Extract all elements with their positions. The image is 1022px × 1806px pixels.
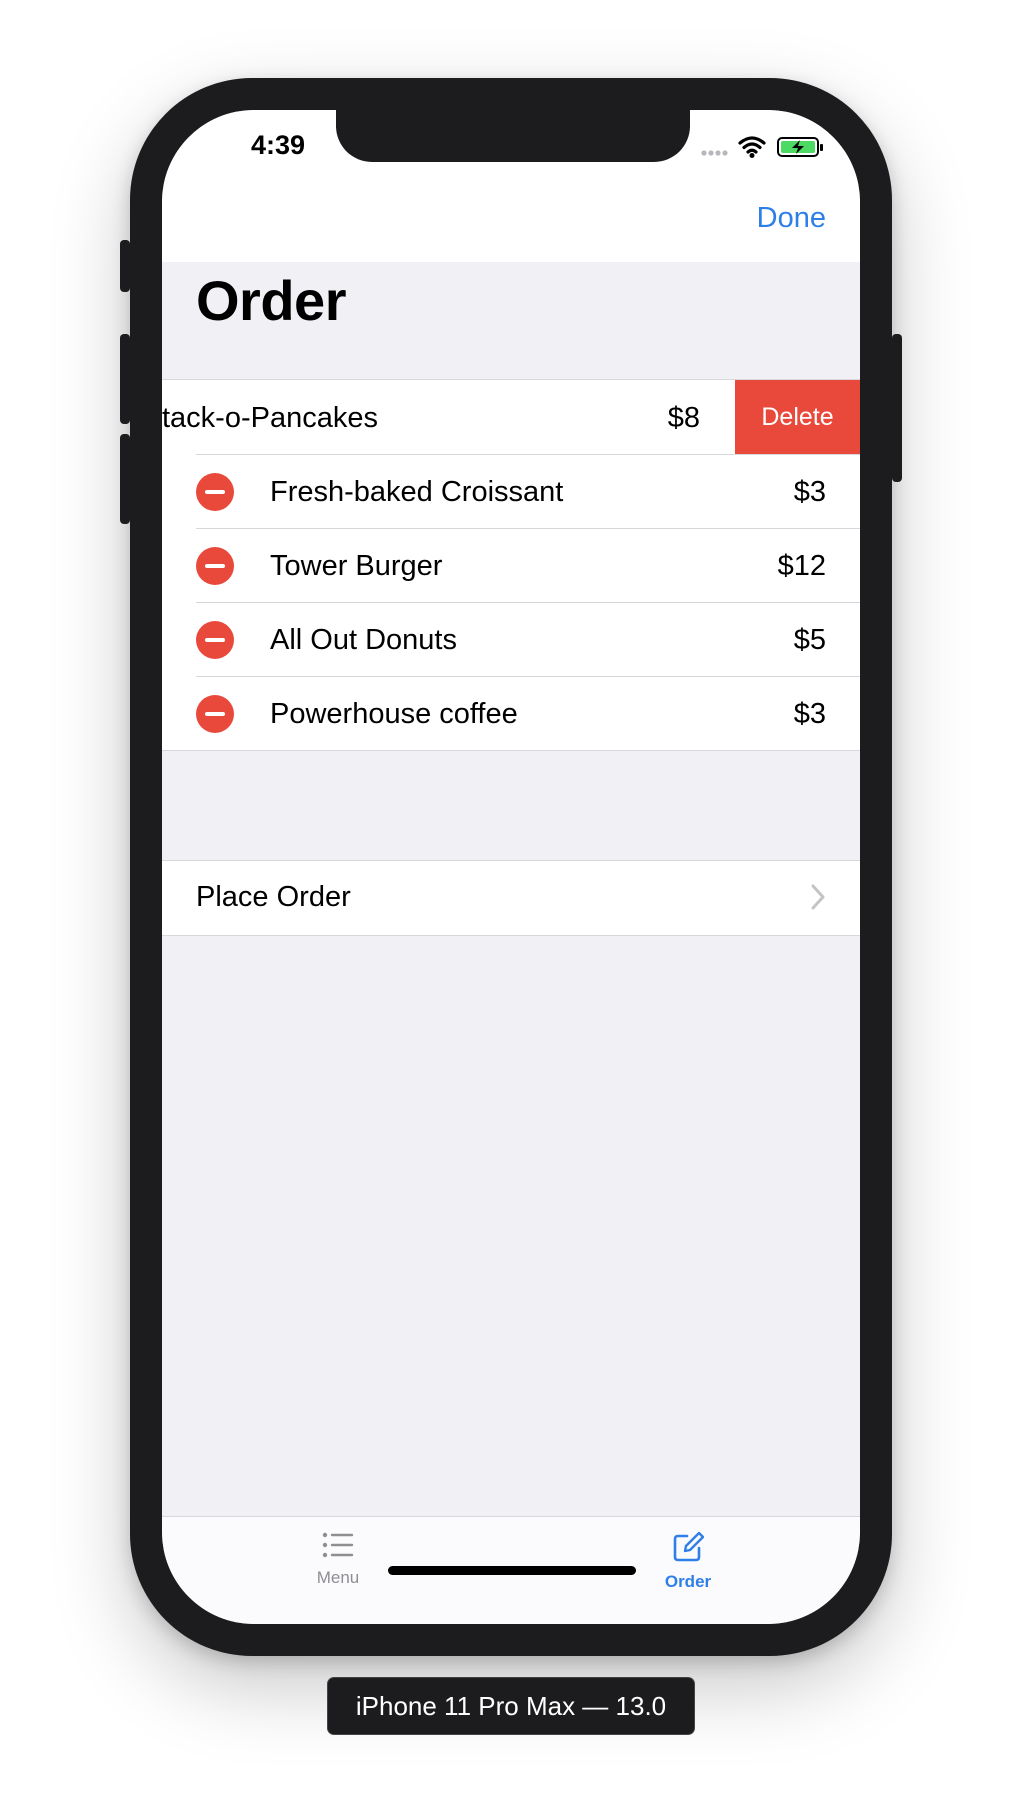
order-row[interactable]: All Out Donuts $5 — [162, 602, 860, 676]
item-price: $12 — [777, 550, 826, 582]
minus-circle-icon[interactable] — [196, 621, 234, 659]
row-divider — [196, 454, 860, 455]
screen: 4:39 Done Order tack-o-Pancakes $8 Delet… — [162, 110, 860, 1624]
order-list: tack-o-Pancakes $8 Delete Fresh-baked Cr… — [162, 379, 860, 751]
home-indicator[interactable] — [388, 1566, 636, 1575]
place-order-label: Place Order — [196, 881, 351, 913]
order-row-swiped[interactable]: tack-o-Pancakes $8 Delete — [162, 380, 860, 454]
order-row[interactable]: Tower Burger $12 — [162, 528, 860, 602]
item-name: Fresh-baked Croissant — [270, 476, 564, 508]
volume-up-button — [120, 334, 130, 424]
list-icon — [322, 1532, 354, 1558]
order-row[interactable]: Powerhouse coffee $3 — [162, 676, 860, 750]
minus-circle-icon[interactable] — [196, 695, 234, 733]
item-price: $3 — [793, 698, 826, 730]
tab-menu[interactable]: Menu — [258, 1531, 418, 1588]
power-button — [892, 334, 902, 482]
tab-order[interactable]: Order — [608, 1531, 768, 1592]
silent-switch — [120, 240, 130, 292]
device-frame: 4:39 Done Order tack-o-Pancakes $8 Delet… — [120, 78, 902, 1656]
status-time: 4:39 — [250, 130, 306, 160]
item-price: $3 — [793, 476, 826, 508]
status-bar: 4:39 — [162, 110, 860, 262]
compose-icon — [673, 1531, 705, 1562]
item-name: All Out Donuts — [270, 624, 457, 656]
minus-circle-icon[interactable] — [196, 473, 234, 511]
wifi-icon — [738, 136, 766, 154]
place-order-row[interactable]: Place Order — [162, 860, 860, 936]
item-name: tack-o-Pancakes — [162, 402, 378, 434]
done-button[interactable]: Done — [757, 202, 826, 235]
row-divider — [196, 602, 860, 603]
device-caption: iPhone 11 Pro Max — 13.0 — [328, 1678, 694, 1734]
row-divider — [196, 528, 860, 529]
item-price: $8 — [667, 402, 700, 434]
order-row[interactable]: Fresh-baked Croissant $3 — [162, 454, 860, 528]
item-price: $5 — [793, 624, 826, 656]
tab-order-label: Order — [664, 1572, 712, 1591]
volume-down-button — [120, 434, 130, 524]
row-divider — [196, 676, 860, 677]
delete-button[interactable]: Delete — [735, 380, 860, 454]
page-title: Order — [196, 269, 347, 332]
status-icons — [700, 134, 826, 160]
minus-circle-icon[interactable] — [196, 547, 234, 585]
item-name: Powerhouse coffee — [270, 698, 518, 730]
battery-charging-icon — [777, 137, 823, 157]
chevron-right-icon — [811, 884, 825, 910]
cellular-signal-icon — [701, 150, 728, 156]
notch — [336, 110, 690, 162]
item-name: Tower Burger — [270, 550, 443, 582]
